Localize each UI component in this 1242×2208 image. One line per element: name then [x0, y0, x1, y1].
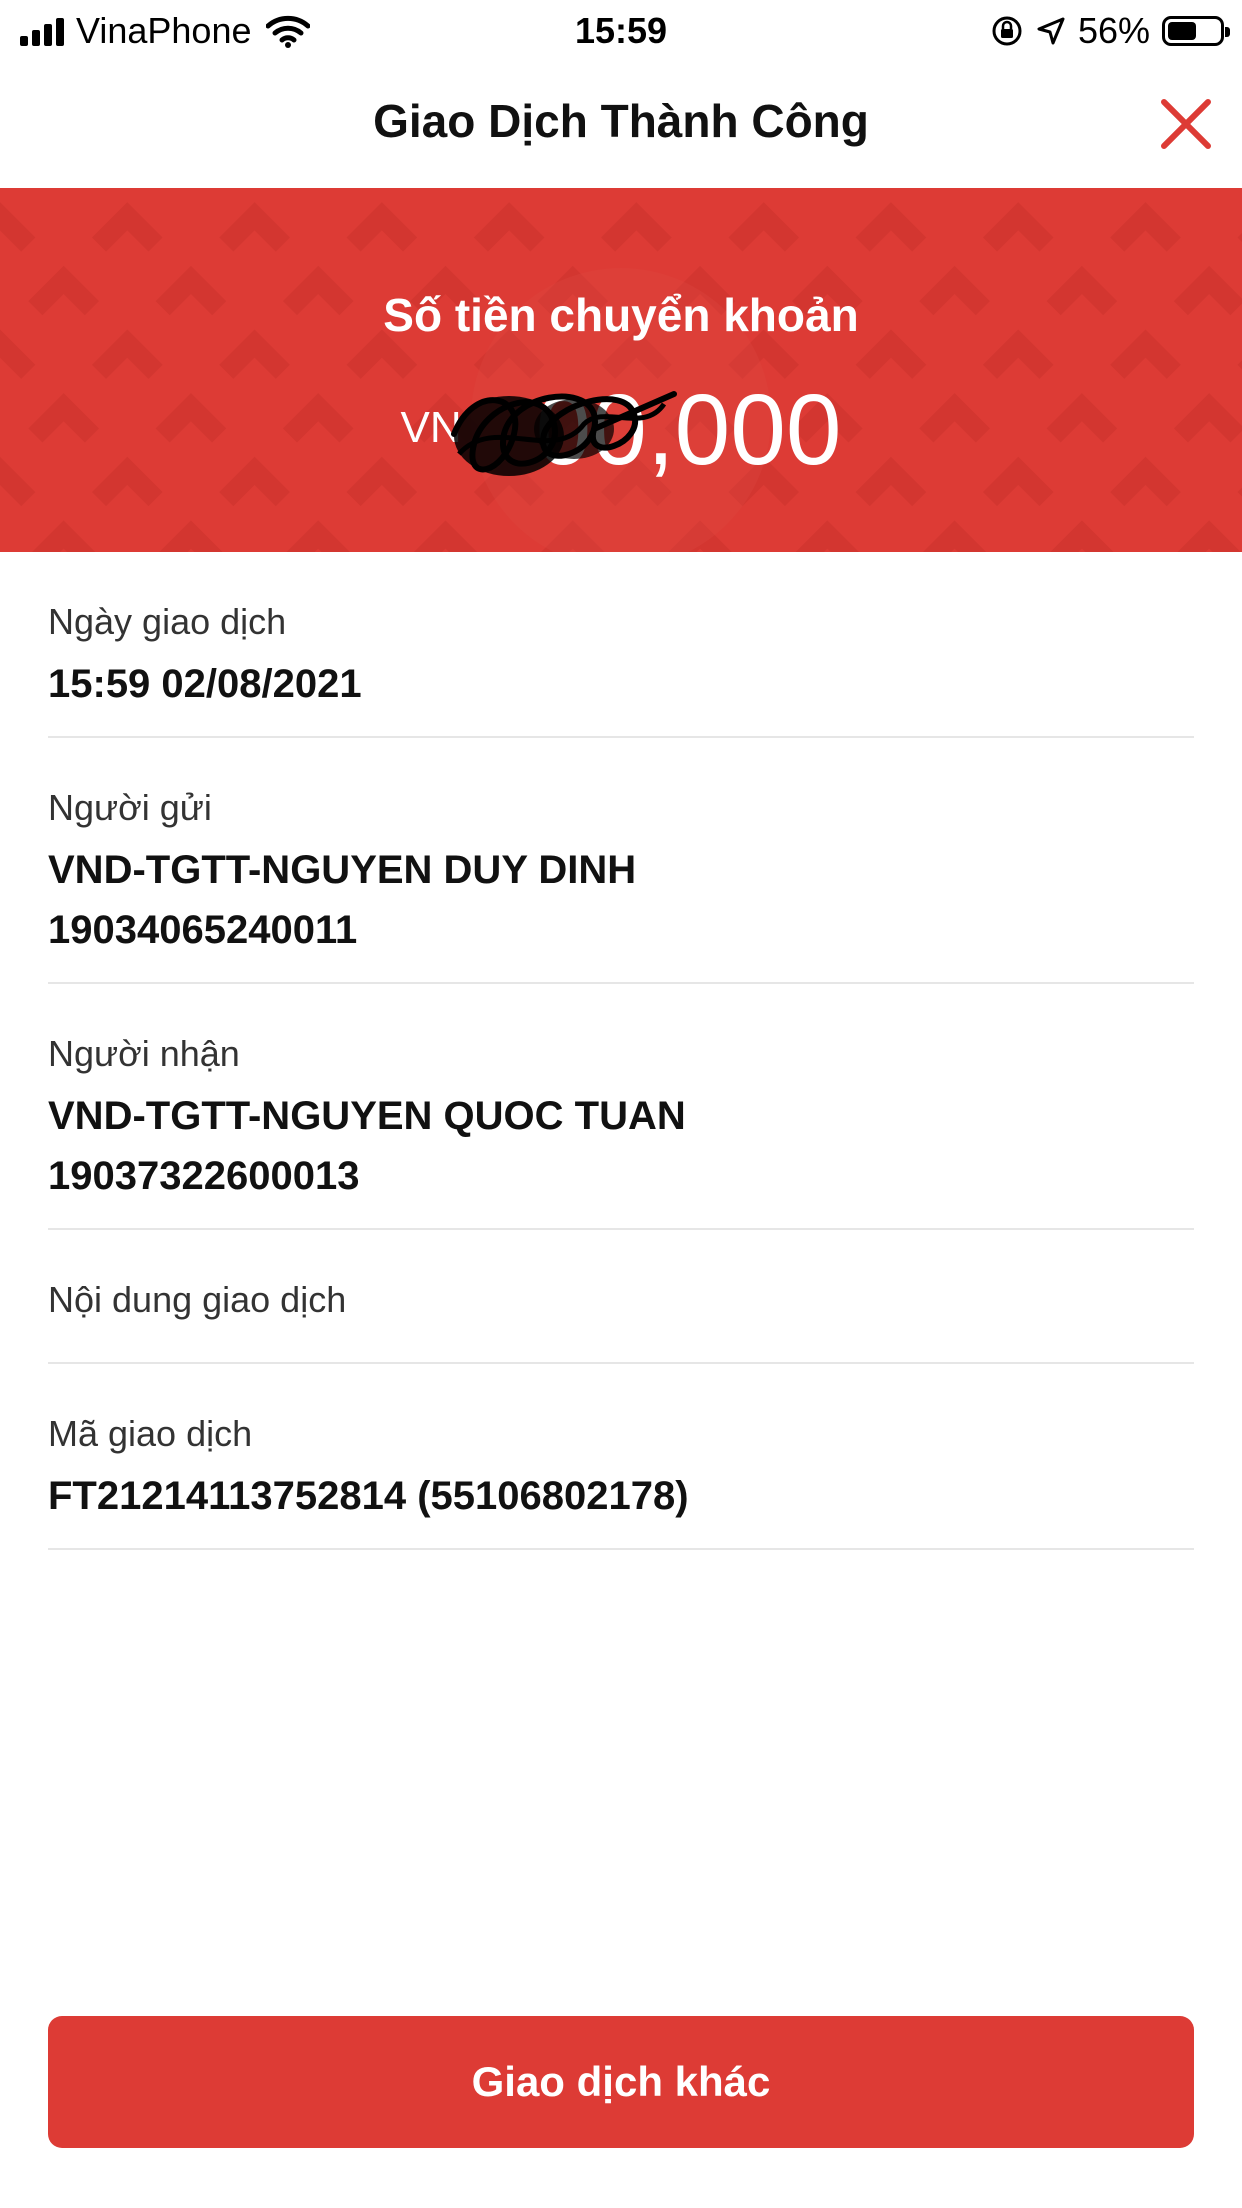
redaction-scribble	[451, 391, 677, 476]
battery-icon	[1162, 16, 1230, 46]
receiver-account: 19037322600013	[48, 1154, 360, 1198]
transaction-details: Ngày giao dịch 15:59 02/08/2021 Người gử…	[48, 552, 1194, 1550]
detail-row-code: Mã giao dịch FT21214113752814 (551068021…	[48, 1364, 1194, 1550]
sender-name: VND-TGTT-NGUYEN DUY DINH	[48, 848, 637, 892]
page-title: Giao Dịch Thành Công	[373, 95, 869, 147]
receiver-label: Người nhận	[48, 1033, 240, 1074]
content-label: Nội dung giao dịch	[48, 1279, 347, 1320]
sender-label: Người gửi	[48, 787, 212, 828]
code-value: FT21214113752814 (55106802178)	[48, 1474, 689, 1518]
detail-row-receiver: Người nhận VND-TGTT-NGUYEN QUOC TUAN 190…	[48, 984, 1194, 1230]
banner-pattern	[0, 188, 1242, 552]
sender-account: 19034065240011	[48, 908, 358, 952]
status-right: 56%	[990, 10, 1230, 52]
receiver-name: VND-TGTT-NGUYEN QUOC TUAN	[48, 1094, 686, 1138]
amount-banner: Số tiền chuyển khoản VN 00,000	[0, 188, 1242, 552]
other-transaction-button[interactable]: Giao dịch khác	[48, 2016, 1194, 2148]
code-label: Mã giao dịch	[48, 1413, 253, 1454]
status-bar: VinaPhone 15:59 56%	[0, 0, 1242, 62]
date-value: 15:59 02/08/2021	[48, 662, 362, 706]
amount-label: Số tiền chuyển khoản	[383, 289, 859, 341]
close-icon[interactable]	[1156, 94, 1216, 154]
date-label: Ngày giao dịch	[48, 601, 287, 642]
detail-row-content: Nội dung giao dịch	[48, 1230, 1194, 1364]
content-value	[48, 1320, 1194, 1362]
navigation-bar: Giao Dịch Thành Công	[0, 62, 1242, 188]
detail-row-sender: Người gửi VND-TGTT-NGUYEN DUY DINH 19034…	[48, 738, 1194, 984]
battery-percent: 56%	[1077, 10, 1150, 51]
orientation-lock-icon	[992, 16, 1022, 46]
detail-row-date: Ngày giao dịch 15:59 02/08/2021	[48, 552, 1194, 738]
location-icon	[1037, 17, 1065, 45]
